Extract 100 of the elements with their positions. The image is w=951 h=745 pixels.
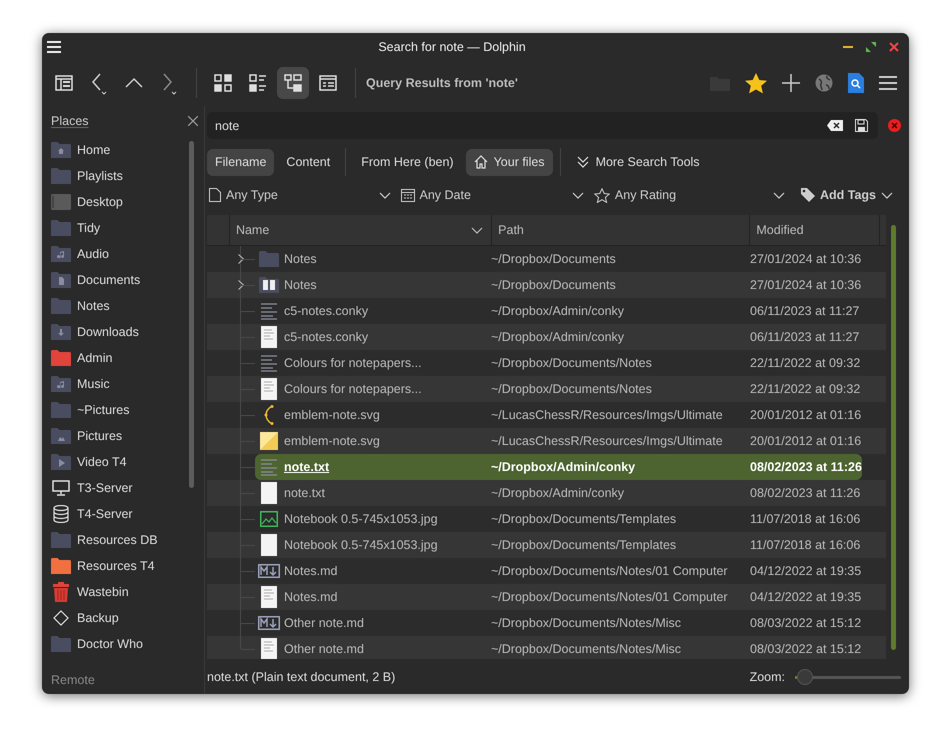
folder-icon <box>51 454 71 470</box>
folder-icon <box>51 636 71 652</box>
zoom-slider[interactable] <box>795 669 901 685</box>
preview-panel-icon <box>319 75 337 91</box>
search-option-button[interactable]: Your files <box>466 148 553 176</box>
chevron-down-icon <box>378 192 390 198</box>
clear-text-icon[interactable] <box>827 120 843 131</box>
folder-icon <box>51 376 71 392</box>
chevron-down-icon <box>471 226 484 234</box>
folder-icon <box>259 251 279 267</box>
place-item[interactable]: Audio <box>51 241 189 267</box>
scrollbar[interactable] <box>891 225 896 650</box>
close-icon[interactable] <box>188 116 198 126</box>
trash-icon <box>51 582 71 602</box>
place-item[interactable]: Resources T4 <box>51 553 189 579</box>
tag-icon <box>800 188 815 202</box>
database-icon <box>51 505 71 523</box>
column-header[interactable]: Modified <box>750 215 880 245</box>
filter-dropdown[interactable]: Any Date <box>398 188 592 202</box>
document-thumbnail-icon <box>261 638 277 659</box>
window-title: Search for note — Dolphin <box>377 40 527 54</box>
place-item[interactable]: ~Pictures <box>51 397 189 423</box>
place-item[interactable]: Downloads <box>51 319 189 345</box>
text-file-icon <box>260 458 278 476</box>
column-header[interactable]: Name <box>230 215 492 245</box>
place-item[interactable]: T3-Server <box>51 475 189 501</box>
folder-icon <box>51 220 71 236</box>
filter-dropdown[interactable]: Add Tags <box>792 188 901 202</box>
more-search-tools-button[interactable]: More Search Tools <box>568 148 708 176</box>
document-thumbnail-icon <box>261 326 277 348</box>
place-item[interactable]: Tidy <box>51 215 189 241</box>
monitor-icon <box>51 480 71 496</box>
document-thumbnail-icon <box>261 586 277 608</box>
search-option-button[interactable]: From Here (ben) <box>353 148 462 176</box>
place-item[interactable]: Backup <box>51 605 189 631</box>
place-item[interactable]: Resources DB <box>51 527 189 553</box>
folder-icon <box>51 272 71 288</box>
folder-icon <box>51 298 71 314</box>
close-search-icon[interactable] <box>888 119 901 132</box>
document-thumbnail-icon <box>261 378 277 400</box>
text-file-icon <box>260 354 278 372</box>
search-field[interactable]: note <box>207 112 878 139</box>
location-label: Query Results from 'note' <box>366 76 518 90</box>
search-document-icon[interactable] <box>848 73 864 93</box>
column-header[interactable]: Path <box>492 215 750 245</box>
back-icon <box>89 71 109 95</box>
filter-dropdown[interactable]: Any Rating <box>592 188 793 202</box>
home-icon <box>474 155 488 169</box>
menu-icon[interactable] <box>879 76 897 90</box>
image-file-icon <box>260 511 278 527</box>
tree-icon <box>284 74 302 92</box>
blank-page-icon <box>261 534 277 556</box>
menu-icon[interactable] <box>47 40 61 52</box>
folder-icon <box>51 142 71 158</box>
folder-icon <box>51 532 71 548</box>
places-title: Places <box>51 114 89 128</box>
zoom-label: Zoom: <box>750 670 785 684</box>
folder-icon <box>51 324 71 340</box>
panel-icon <box>55 75 73 91</box>
star-icon <box>594 188 610 202</box>
place-item[interactable]: Pictures <box>51 423 189 449</box>
globe-icon[interactable] <box>815 74 833 92</box>
place-item[interactable]: T4-Server <box>51 501 189 527</box>
list-icon <box>249 74 267 92</box>
folder-icon <box>51 428 71 444</box>
place-item[interactable]: Wastebin <box>51 579 189 605</box>
status-text: note.txt (Plain text document, 2 B) <box>207 670 396 684</box>
place-item[interactable]: Documents <box>51 267 189 293</box>
chevron-down-icon <box>572 192 584 198</box>
close-icon[interactable] <box>889 42 899 52</box>
search-option-button[interactable]: Content <box>278 148 338 176</box>
plus-icon[interactable] <box>782 74 800 92</box>
place-item[interactable]: Doctor Who <box>51 631 189 657</box>
file-row[interactable]: note.txt ~/Dropbox/Admin/conky 08/02/2023 at 11:26 <box>255 454 862 480</box>
filter-dropdown[interactable]: Any Type <box>207 188 398 202</box>
search-option-button[interactable]: Filename <box>207 148 274 176</box>
blank-page-icon <box>261 482 277 504</box>
place-item[interactable]: Playlists <box>51 163 189 189</box>
scrollbar[interactable] <box>189 141 194 488</box>
image-thumbnail-icon <box>260 432 278 450</box>
place-item[interactable]: Home <box>51 137 189 163</box>
place-item[interactable]: Notes <box>51 293 189 319</box>
place-item[interactable]: Video T4 <box>51 449 189 475</box>
folder-icon <box>51 350 71 366</box>
up-icon <box>124 76 144 90</box>
remote-section-label: Remote <box>51 672 96 689</box>
place-item[interactable]: Desktop <box>51 189 189 215</box>
vector-drawing-icon <box>262 405 276 425</box>
star-icon[interactable] <box>745 72 767 94</box>
save-icon[interactable] <box>855 119 868 132</box>
markdown-file-icon <box>258 564 280 578</box>
details-view-button[interactable] <box>277 67 309 99</box>
chevron-down-icon <box>772 192 785 198</box>
place-item[interactable]: Music <box>51 371 189 397</box>
place-item[interactable]: Admin <box>51 345 189 371</box>
desktop-folder-icon <box>51 194 71 210</box>
markdown-file-icon <box>258 616 280 630</box>
folder-icon <box>51 402 71 418</box>
maximize-icon[interactable] <box>866 42 876 52</box>
folder-icon <box>259 277 279 293</box>
